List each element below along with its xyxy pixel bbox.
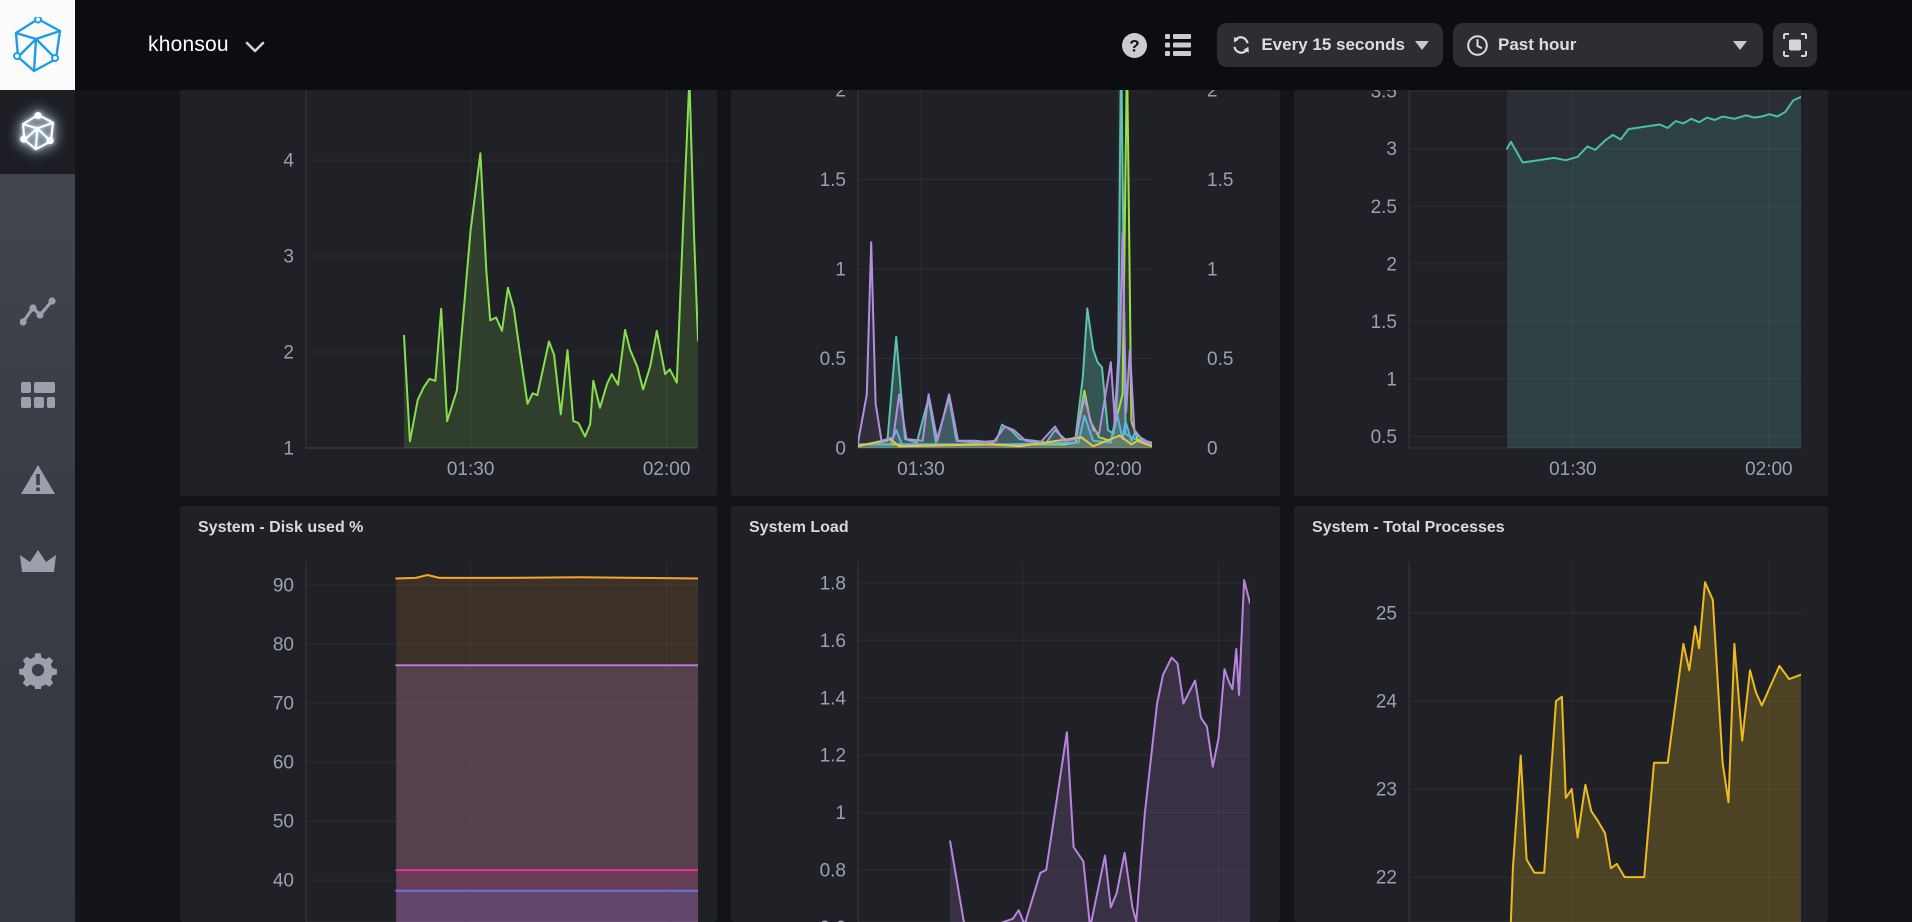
crown-icon — [19, 548, 57, 578]
playlist-icon — [1165, 33, 1191, 57]
svg-text:01:30: 01:30 — [897, 459, 945, 480]
time-range-button[interactable]: Past hour — [1453, 23, 1763, 67]
svg-text:01:30: 01:30 — [1549, 459, 1597, 480]
svg-text:2: 2 — [1386, 254, 1397, 275]
dashboard-app: khonsou ? — [0, 0, 1912, 922]
sidebar — [0, 90, 75, 922]
refresh-interval-button[interactable]: Every 15 seconds — [1217, 23, 1443, 67]
fullscreen-icon — [1782, 32, 1808, 58]
svg-text:23: 23 — [1376, 780, 1397, 801]
svg-text:90: 90 — [273, 576, 294, 597]
chevron-down-icon — [245, 40, 265, 54]
svg-text:0: 0 — [1207, 439, 1218, 460]
svg-text:1.5: 1.5 — [1371, 312, 1397, 333]
time-range-label: Past hour — [1498, 35, 1576, 55]
svg-text:2: 2 — [1207, 90, 1218, 102]
dashboard-title-dropdown[interactable]: khonsou — [148, 0, 265, 90]
chart-p5[interactable]: 1.8 1.6 1.4 1.2 1 0.8 0.6 — [731, 506, 1280, 922]
svg-text:0.6: 0.6 — [820, 918, 846, 922]
svg-text:24: 24 — [1376, 692, 1398, 713]
svg-text:1.5: 1.5 — [1207, 170, 1233, 191]
svg-text:0.5: 0.5 — [1207, 349, 1233, 370]
svg-text:1: 1 — [283, 439, 294, 460]
svg-text:2.5: 2.5 — [1371, 197, 1397, 218]
svg-text:1: 1 — [1207, 260, 1218, 281]
svg-text:1: 1 — [835, 260, 846, 281]
svg-text:3: 3 — [283, 247, 294, 268]
home-logo-icon — [19, 112, 57, 152]
panel-p2: 2 2 1.5 1.5 1 1 0.5 0.5 0 0 01:30 02:00 — [731, 90, 1280, 496]
svg-text:22: 22 — [1376, 868, 1397, 889]
help-button[interactable]: ? — [1117, 28, 1151, 62]
svg-text:4: 4 — [283, 151, 294, 172]
panel-p5: System Load1.81.61.41.210.80.6 — [731, 506, 1280, 922]
chart-p1[interactable]: 4 3 2 1 01:30 02:00 — [180, 90, 717, 496]
panel-p4: System - Disk used %908070605040 — [180, 506, 717, 922]
playlist-button[interactable] — [1161, 28, 1195, 62]
chart-p2[interactable]: 2 2 1.5 1.5 1 1 0.5 0.5 0 0 01:30 02:00 — [731, 90, 1280, 496]
svg-text:80: 80 — [273, 635, 294, 656]
chart-p4[interactable]: 90 80 70 60 50 40 — [180, 506, 717, 922]
help-icon: ? — [1121, 32, 1148, 59]
svg-text:1.8: 1.8 — [820, 573, 846, 594]
svg-text:1.4: 1.4 — [820, 688, 847, 709]
graph-line-icon — [20, 296, 56, 328]
svg-text:2: 2 — [283, 343, 294, 364]
caret-down-icon — [1415, 41, 1429, 50]
svg-text:1.5: 1.5 — [820, 170, 846, 191]
top-nav: khonsou ? — [0, 0, 1912, 90]
svg-text:3.5: 3.5 — [1371, 90, 1397, 103]
svg-text:0: 0 — [835, 439, 846, 460]
panel-p6: System - Total Processes25242322 — [1294, 506, 1828, 922]
refresh-icon — [1231, 35, 1251, 55]
alert-triangle-icon — [19, 463, 57, 497]
caret-down-icon — [1733, 41, 1747, 50]
svg-text:0.5: 0.5 — [820, 349, 846, 370]
svg-text:50: 50 — [273, 812, 294, 833]
nav-right-controls: ? Every 15 sec — [1117, 0, 1912, 90]
svg-text:2: 2 — [835, 90, 846, 102]
sidebar-item-metrics[interactable] — [0, 270, 75, 354]
svg-text:02:00: 02:00 — [643, 459, 691, 480]
sidebar-item-alerting[interactable] — [0, 438, 75, 522]
svg-text:25: 25 — [1376, 604, 1397, 625]
svg-text:1: 1 — [835, 803, 846, 824]
chart-p6[interactable]: 25 24 23 22 — [1294, 506, 1828, 922]
svg-text:60: 60 — [273, 753, 294, 774]
gear-icon — [19, 651, 57, 689]
clock-icon — [1467, 35, 1488, 56]
svg-text:02:00: 02:00 — [1094, 459, 1142, 480]
sidebar-item-settings[interactable] — [0, 628, 75, 712]
svg-text:40: 40 — [273, 871, 294, 892]
svg-text:01:30: 01:30 — [447, 459, 495, 480]
refresh-interval-label: Every 15 seconds — [1261, 35, 1405, 55]
svg-text:0.8: 0.8 — [820, 861, 846, 882]
kiosk-mode-button[interactable] — [1773, 23, 1817, 67]
panel-p3: 3.5 3 2.5 2 1.5 1 0.5 01:30 02:00 — [1294, 90, 1828, 496]
dashboard-grid-icon — [20, 380, 56, 410]
app-logo-button[interactable] — [0, 0, 75, 90]
svg-text:1: 1 — [1386, 369, 1397, 390]
app-logo-icon — [12, 17, 64, 73]
sidebar-item-premium[interactable] — [0, 521, 75, 605]
svg-text:02:00: 02:00 — [1745, 459, 1793, 480]
dashboard-title: khonsou — [148, 33, 229, 57]
chart-p3[interactable]: 3.5 3 2.5 2 1.5 1 0.5 01:30 02:00 — [1294, 90, 1828, 496]
svg-text:1.6: 1.6 — [820, 631, 846, 652]
svg-text:1.2: 1.2 — [820, 746, 846, 767]
svg-text:0.5: 0.5 — [1371, 427, 1397, 448]
svg-text:3: 3 — [1386, 139, 1397, 160]
sidebar-item-dashboards[interactable] — [0, 353, 75, 437]
panel-p1: 4 3 2 1 01:30 02:00 — [180, 90, 717, 496]
svg-text:70: 70 — [273, 694, 294, 715]
sidebar-item-home[interactable] — [0, 90, 75, 174]
svg-text:?: ? — [1129, 36, 1139, 55]
